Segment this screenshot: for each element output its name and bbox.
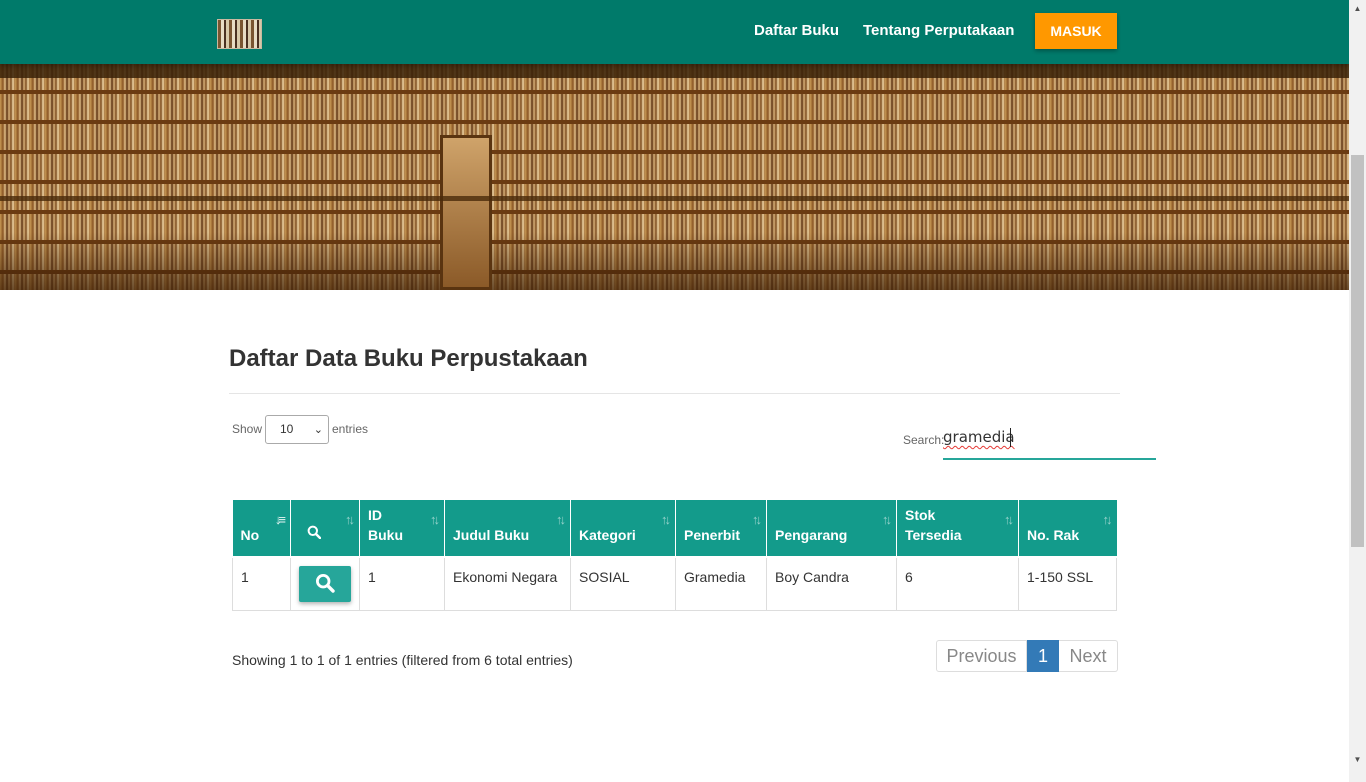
col-id-buku[interactable]: ID Buku ↑↓ xyxy=(359,500,445,558)
length-show-label: Show xyxy=(232,422,263,436)
col-judul-buku[interactable]: Judul Buku ↑↓ xyxy=(444,500,571,558)
cell-no-rak: 1-150 SSL xyxy=(1018,556,1117,611)
col-id-buku-line2: Buku xyxy=(368,527,403,543)
search-label: Search: xyxy=(903,433,945,447)
col-penerbit[interactable]: Penerbit ↑↓ xyxy=(675,500,767,558)
length-entries-label: entries xyxy=(332,422,369,436)
title-divider xyxy=(229,393,1120,394)
books-table: No ↓≡ ↑↓ ID Buku ↑↓ Judul Buku ↑↓ Katego… xyxy=(232,500,1117,611)
view-detail-button[interactable] xyxy=(299,566,351,602)
col-stok-line2: Tersedia xyxy=(905,527,962,543)
nav-daftar-buku[interactable]: Daftar Buku xyxy=(754,22,839,39)
cell-penerbit: Gramedia xyxy=(675,556,767,611)
col-kategori-label: Kategori xyxy=(579,527,636,543)
sort-icon: ↑↓ xyxy=(345,512,355,527)
table-header-row: No ↓≡ ↑↓ ID Buku ↑↓ Judul Buku ↑↓ Katego… xyxy=(232,500,1117,558)
pagination-previous[interactable]: Previous xyxy=(936,640,1027,672)
sort-icon: ↑↓ xyxy=(882,512,892,527)
col-no-label: No xyxy=(240,527,260,543)
col-penerbit-label: Penerbit xyxy=(684,527,741,543)
sort-icon: ↑↓ xyxy=(661,512,671,527)
sort-icon: ↑↓ xyxy=(556,512,566,527)
scroll-down-arrow-icon[interactable]: ▼ xyxy=(1349,751,1366,768)
chevron-down-icon: ⌄ xyxy=(313,424,323,436)
cell-judul-buku: Ekonomi Negara xyxy=(444,556,571,611)
library-logo[interactable] xyxy=(217,19,262,49)
pagination-page-current[interactable]: 1 xyxy=(1027,640,1059,672)
navbar: Daftar Buku Tentang Perputakaan MASUK xyxy=(0,0,1349,64)
entries-per-page-value: 10 xyxy=(280,422,294,436)
pagination-next[interactable]: Next xyxy=(1059,640,1118,672)
cell-stok: 6 xyxy=(896,556,1019,611)
cell-kategori: SOSIAL xyxy=(570,556,676,611)
col-id-buku-line1: ID xyxy=(368,507,382,523)
col-stok-tersedia[interactable]: Stok Tersedia ↑↓ xyxy=(896,500,1019,558)
cell-action xyxy=(290,556,360,611)
entries-per-page-select[interactable]: 10 ⌄ xyxy=(265,415,329,444)
hero-doorway xyxy=(440,135,492,290)
search-icon xyxy=(315,573,335,596)
col-action[interactable]: ↑↓ xyxy=(290,500,360,558)
sort-asc-icon: ↓≡ xyxy=(274,512,286,527)
col-judul-buku-label: Judul Buku xyxy=(453,527,530,543)
nav-tentang-perputakaan[interactable]: Tentang Perputakaan xyxy=(863,22,1014,39)
login-button[interactable]: MASUK xyxy=(1035,13,1117,49)
page-title: Daftar Data Buku Perpustakaan xyxy=(229,345,588,372)
scrollbar-thumb[interactable] xyxy=(1351,155,1364,547)
page: Daftar Buku Tentang Perputakaan MASUK Da… xyxy=(0,0,1366,782)
sort-icon: ↑↓ xyxy=(752,512,762,527)
text-caret xyxy=(1010,428,1011,447)
col-pengarang-label: Pengarang xyxy=(775,527,848,543)
cell-id-buku: 1 xyxy=(359,556,445,611)
table-row: 1 1 Ekonomi Negara SOSIAL Gramedia Boy C… xyxy=(232,556,1117,611)
cell-pengarang: Boy Candra xyxy=(766,556,897,611)
pagination: Previous 1 Next xyxy=(936,640,1118,672)
page-scrollbar[interactable]: ▲ ▼ xyxy=(1349,0,1366,782)
col-pengarang[interactable]: Pengarang ↑↓ xyxy=(766,500,897,558)
col-no-rak-label: No. Rak xyxy=(1027,527,1080,543)
col-no-rak[interactable]: No. Rak ↑↓ xyxy=(1018,500,1117,558)
search-input-value: gramedia xyxy=(943,428,1015,446)
cell-no: 1 xyxy=(232,556,291,611)
scroll-up-arrow-icon[interactable]: ▲ xyxy=(1349,0,1366,17)
col-stok-line1: Stok xyxy=(905,507,936,523)
col-no[interactable]: No ↓≡ xyxy=(232,500,291,558)
table-info: Showing 1 to 1 of 1 entries (filtered fr… xyxy=(232,652,573,668)
sort-icon: ↑↓ xyxy=(430,512,440,527)
sort-icon: ↑↓ xyxy=(1102,512,1113,527)
search-icon xyxy=(307,524,322,544)
col-kategori[interactable]: Kategori ↑↓ xyxy=(570,500,676,558)
sort-icon: ↑↓ xyxy=(1004,512,1014,527)
